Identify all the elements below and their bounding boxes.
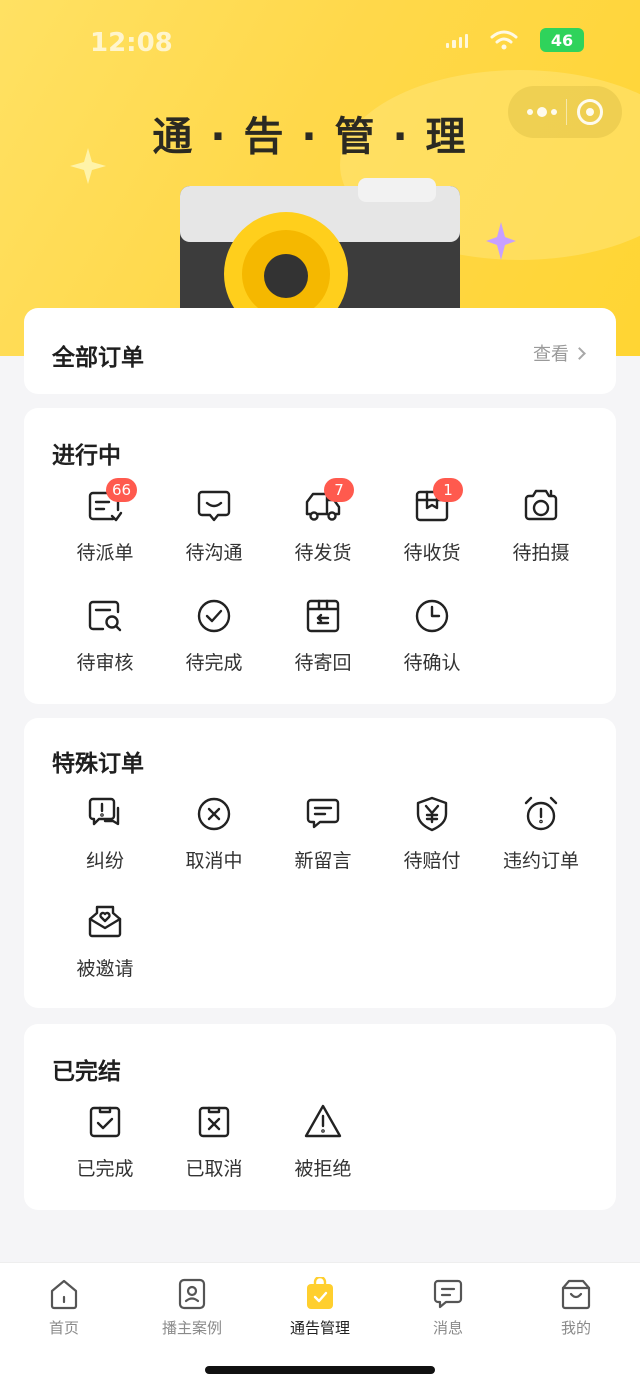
grid-label: 待赔付 bbox=[403, 850, 461, 872]
grid-label: 已取消 bbox=[185, 1158, 243, 1180]
all-orders-card[interactable]: 全部订单 查看 bbox=[24, 308, 616, 394]
clock-icon bbox=[415, 599, 449, 633]
badge-count: 66 bbox=[106, 478, 138, 502]
grid-label: 待寄回 bbox=[294, 652, 352, 674]
page-title: 通 · 告 · 管 · 理 bbox=[152, 114, 468, 160]
battery-indicator: 46 bbox=[540, 28, 584, 52]
grid-item-pending-review[interactable]: 待审核 bbox=[50, 596, 160, 696]
grid-label: 被邀请 bbox=[76, 958, 134, 980]
grid-item-cancelling[interactable]: 取消中 bbox=[159, 794, 269, 894]
grid-label: 待确认 bbox=[403, 652, 461, 674]
view-all-link[interactable]: 查看 bbox=[533, 340, 586, 366]
completed-clipboard-icon bbox=[89, 1106, 121, 1138]
portfolio-icon bbox=[178, 1278, 206, 1310]
grid-item-cancelled[interactable]: 已取消 bbox=[159, 1102, 269, 1202]
finished-card: 已完结 已完成 已取消 被拒绝 bbox=[24, 1024, 616, 1210]
grid-label: 待审核 bbox=[76, 652, 134, 674]
chat-icon bbox=[197, 490, 231, 522]
grid-item-breach-order[interactable]: 违约订单 bbox=[486, 794, 596, 894]
badge-count: 1 bbox=[433, 478, 463, 502]
notice-bag-icon bbox=[307, 1277, 333, 1309]
grid-item-pending-shooting[interactable]: 待拍摄 bbox=[486, 486, 596, 586]
invitation-envelope-icon bbox=[88, 905, 122, 938]
grid-label: 待沟通 bbox=[185, 542, 243, 564]
grid-label: 取消中 bbox=[185, 850, 243, 872]
grid-label: 被拒绝 bbox=[294, 1158, 352, 1180]
purple-sparkle-icon bbox=[486, 222, 516, 260]
tab-portfolio[interactable]: 播主案例 bbox=[128, 1277, 256, 1338]
message-icon bbox=[306, 798, 340, 829]
special-orders-card: 特殊订单 纠纷 取消中 新留言 待赔付 违约订单 被邀请 bbox=[24, 718, 616, 1008]
tab-notice-management[interactable]: 通告管理 bbox=[256, 1277, 384, 1338]
all-orders-title: 全部订单 bbox=[52, 345, 144, 371]
home-indicator bbox=[205, 1366, 435, 1374]
tab-home[interactable]: 首页 bbox=[0, 1277, 128, 1338]
profile-icon bbox=[561, 1279, 591, 1310]
grid-label: 违约订单 bbox=[502, 850, 579, 872]
camera-icon bbox=[524, 489, 558, 521]
grid-item-pending-dispatch[interactable]: 66 待派单 bbox=[50, 478, 160, 586]
grid-item-new-message[interactable]: 新留言 bbox=[268, 794, 378, 894]
tab-label: 首页 bbox=[48, 1319, 79, 1337]
tab-label: 播主案例 bbox=[161, 1319, 222, 1337]
grid-item-completed[interactable]: 已完成 bbox=[50, 1102, 160, 1202]
chevron-right-icon bbox=[573, 346, 586, 360]
grid-label: 待派单 bbox=[76, 542, 134, 564]
status-time: 12:08 bbox=[90, 28, 173, 58]
grid-item-dispute[interactable]: 纠纷 bbox=[50, 794, 160, 894]
check-circle-icon bbox=[197, 599, 231, 633]
special-orders-title: 特殊订单 bbox=[52, 751, 144, 777]
grid-label: 纠纷 bbox=[85, 850, 124, 872]
tab-messages[interactable]: 消息 bbox=[384, 1277, 512, 1338]
cancelled-clipboard-icon bbox=[198, 1106, 230, 1138]
alarm-clock-icon bbox=[524, 796, 558, 831]
finished-title: 已完结 bbox=[52, 1059, 121, 1085]
compensation-shield-icon bbox=[416, 796, 448, 832]
return-box-icon bbox=[306, 599, 340, 633]
grid-item-pending-shipment[interactable]: 7 待发货 bbox=[268, 478, 378, 586]
tab-profile[interactable]: 我的 bbox=[512, 1277, 640, 1338]
grid-label: 待完成 bbox=[185, 652, 243, 674]
cancel-circle-icon bbox=[197, 797, 231, 831]
in-progress-card: 进行中 66 待派单 待沟通 7 待发货 1 待收货 待拍摄 待审核 待完成 待… bbox=[24, 408, 616, 704]
grid-item-rejected[interactable]: 被拒绝 bbox=[268, 1102, 378, 1202]
grid-label: 待拍摄 bbox=[512, 542, 570, 564]
grid-item-pending-completion[interactable]: 待完成 bbox=[159, 596, 269, 696]
signal-icon bbox=[446, 32, 468, 48]
dispute-icon bbox=[88, 797, 120, 826]
home-icon bbox=[50, 1279, 78, 1310]
grid-label: 已完成 bbox=[76, 1158, 134, 1180]
tab-label: 消息 bbox=[432, 1319, 463, 1337]
warning-triangle-icon bbox=[304, 1104, 342, 1138]
grid-item-pending-communication[interactable]: 待沟通 bbox=[159, 486, 269, 586]
tab-label: 我的 bbox=[560, 1319, 591, 1337]
grid-item-pending-compensation[interactable]: 待赔付 bbox=[377, 794, 487, 894]
in-progress-title: 进行中 bbox=[52, 443, 121, 469]
grid-item-invited[interactable]: 被邀请 bbox=[50, 902, 160, 1002]
status-bar: 12:08 46 bbox=[0, 0, 640, 88]
tab-label: 通告管理 bbox=[289, 1319, 350, 1337]
view-all-label: 查看 bbox=[533, 344, 569, 365]
grid-item-pending-receipt[interactable]: 1 待收货 bbox=[377, 478, 487, 586]
message-tab-icon bbox=[433, 1279, 463, 1309]
review-icon bbox=[88, 600, 122, 632]
grid-label: 待发货 bbox=[294, 542, 352, 564]
grid-item-pending-return[interactable]: 待寄回 bbox=[268, 596, 378, 696]
camera-illustration bbox=[180, 178, 460, 318]
grid-label: 新留言 bbox=[294, 850, 352, 872]
badge-count: 7 bbox=[324, 478, 354, 502]
wifi-icon bbox=[490, 30, 518, 50]
grid-item-pending-confirmation[interactable]: 待确认 bbox=[377, 596, 487, 696]
grid-label: 待收货 bbox=[403, 542, 461, 564]
